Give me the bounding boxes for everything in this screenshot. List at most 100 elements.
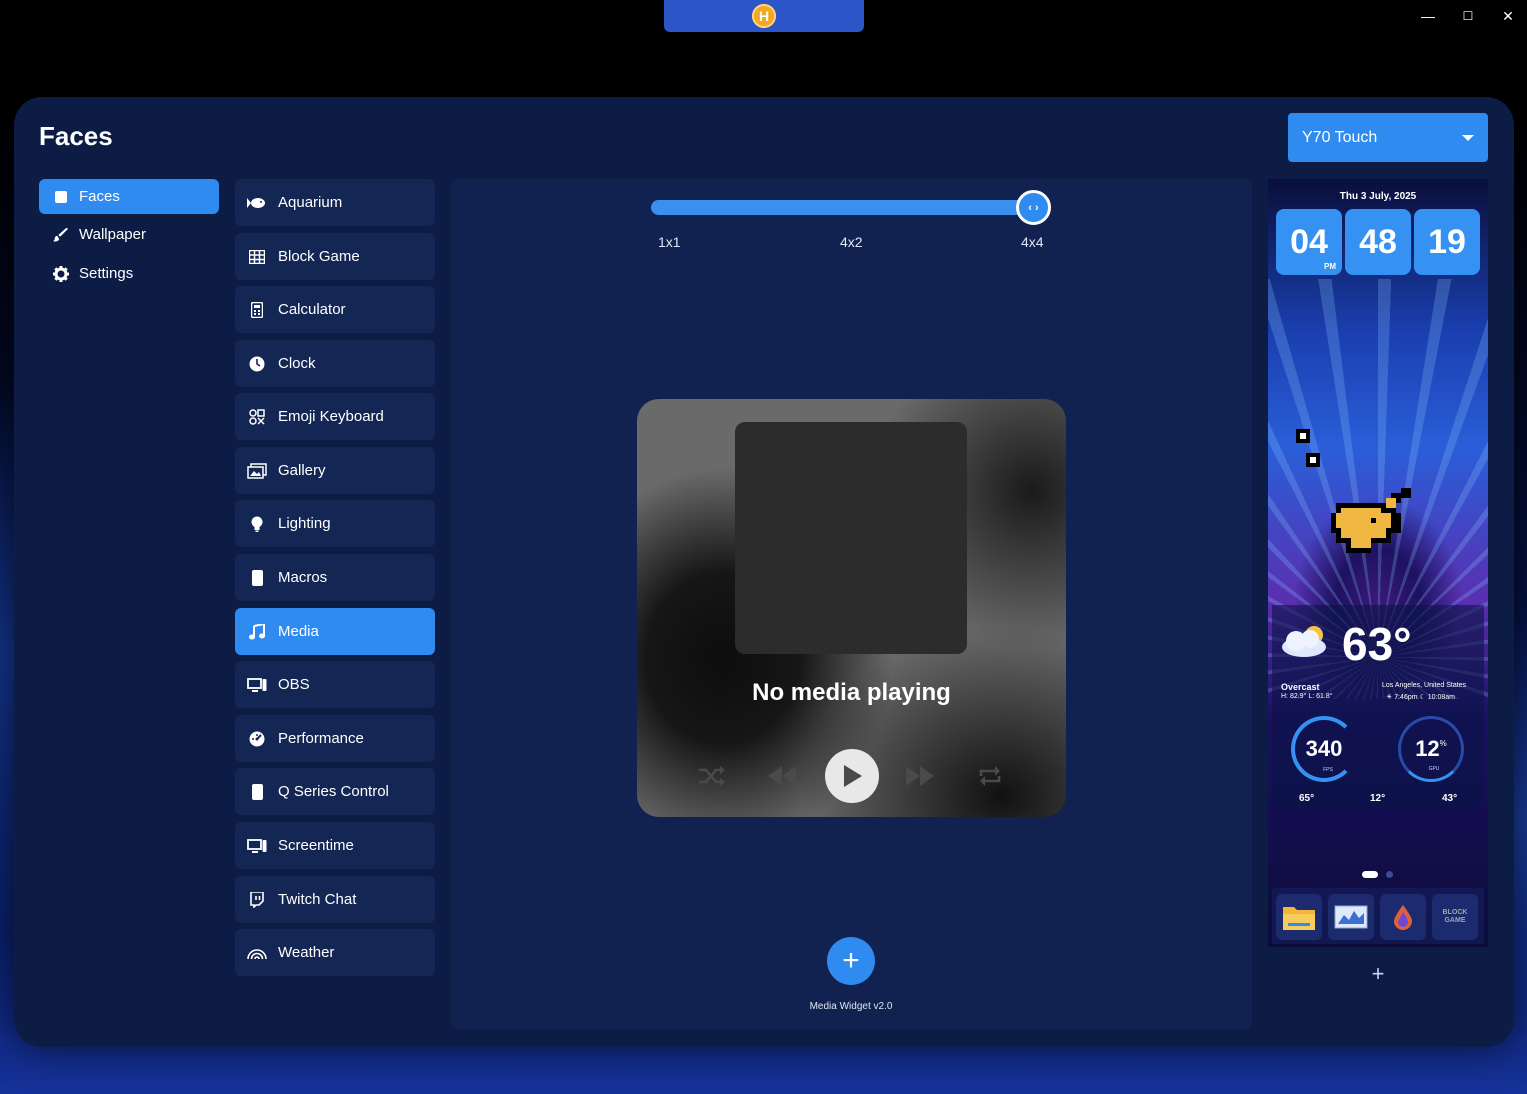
face-item-label: Performance (278, 730, 364, 747)
nav-item-wallpaper[interactable]: Wallpaper (39, 217, 219, 252)
add-page-button[interactable]: + (1366, 961, 1390, 986)
fast-forward-icon (906, 766, 934, 786)
weather-sun-times: ☀ 7:46pm ☾ 10:08am (1386, 694, 1455, 701)
page-indicator[interactable] (1386, 871, 1393, 878)
device-dropdown[interactable]: Y70 Touch (1288, 113, 1488, 162)
nav-item-label: Wallpaper (79, 226, 146, 243)
face-item-calculator[interactable]: Calculator (235, 286, 435, 333)
screen-icon (247, 837, 267, 855)
face-item-media[interactable]: Media (235, 608, 435, 655)
face-item-label: Q Series Control (278, 783, 389, 800)
fish-icon (247, 194, 267, 212)
face-item-label: Screentime (278, 837, 354, 854)
stat-right: 43° (1442, 793, 1458, 804)
square-icon (53, 189, 69, 205)
face-item-label: Aquarium (278, 194, 343, 211)
play-icon (844, 765, 862, 787)
nav-item-faces[interactable]: Faces (39, 179, 219, 214)
face-item-q-series-control[interactable]: Q Series Control (235, 768, 435, 815)
preview-temperature: 63° (1342, 618, 1412, 670)
face-item-macros[interactable]: Macros (235, 554, 435, 601)
face-item-label: Media (278, 623, 319, 640)
rewind-icon (768, 766, 796, 786)
cloud-sun-icon (1282, 626, 1326, 657)
title-bar: H — ☐ ✕ (0, 0, 1527, 32)
nav-item-settings[interactable]: Settings (39, 256, 219, 291)
twitch-icon (247, 891, 267, 909)
clock-icon (247, 355, 267, 373)
fps-label: FPS (1323, 767, 1333, 773)
monitor-chart-icon (1334, 905, 1368, 929)
page-title: Faces (39, 121, 113, 151)
play-button[interactable] (825, 749, 879, 803)
gear-icon (53, 265, 69, 282)
block-game-label: BLOCK GAME (1442, 909, 1468, 924)
music-icon (247, 623, 267, 641)
next-button[interactable] (905, 761, 935, 791)
size-label-4x2[interactable]: 4x2 (840, 234, 863, 250)
repeat-button[interactable] (975, 761, 1005, 791)
face-item-clock[interactable]: Clock (235, 340, 435, 387)
face-item-gallery[interactable]: Gallery (235, 447, 435, 494)
repeat-icon (979, 766, 1001, 786)
face-item-label: Gallery (278, 462, 326, 479)
face-item-aquarium[interactable]: Aquarium (235, 179, 435, 226)
gpu-label: GPU (1428, 766, 1440, 772)
app-logo-icon: H (752, 4, 776, 28)
size-slider-track[interactable] (651, 200, 1035, 215)
fps-gauge: 340 FPS (1291, 716, 1357, 782)
dock-files[interactable] (1276, 894, 1322, 940)
emoji-icon (247, 408, 267, 426)
preview-date: Thu 3 July, 2025 (1339, 191, 1417, 202)
face-item-emoji-keyboard[interactable]: Emoji Keyboard (235, 393, 435, 440)
close-button[interactable]: ✕ (1488, 4, 1527, 28)
dock-drop[interactable] (1380, 894, 1426, 940)
gpu-gauge: 12% GPU (1398, 716, 1464, 782)
page-indicator-active[interactable] (1362, 871, 1378, 878)
face-item-performance[interactable]: Performance (235, 715, 435, 762)
gallery-icon (247, 462, 267, 480)
face-item-block-game[interactable]: Block Game (235, 233, 435, 280)
nav-item-label: Settings (79, 265, 134, 282)
app-tab[interactable]: H (664, 0, 864, 32)
media-widget-preview: No media playing (637, 399, 1066, 817)
phone-icon (247, 783, 267, 801)
caret-down-icon (1462, 134, 1474, 141)
preview-ampm: PM (1324, 262, 1336, 271)
stat-mid: 12° (1370, 793, 1386, 804)
preview-minute: 48 (1345, 209, 1411, 275)
weather-location: Los Angeles, United States (1382, 682, 1467, 689)
weather-condition: Overcast (1281, 682, 1320, 692)
gpu-unit: % (1439, 738, 1447, 748)
media-status: No media playing (752, 679, 951, 706)
folder-icon (1283, 907, 1315, 930)
face-item-lighting[interactable]: Lighting (235, 500, 435, 547)
face-item-label: Emoji Keyboard (278, 408, 384, 425)
face-item-obs[interactable]: OBS (235, 661, 435, 708)
add-widget-button[interactable]: + (827, 937, 875, 985)
face-item-weather[interactable]: Weather (235, 929, 435, 976)
face-item-label: Twitch Chat (278, 891, 357, 908)
dock-block-game[interactable]: BLOCK GAME (1432, 894, 1478, 940)
size-slider-thumb[interactable]: ‹ › (1016, 190, 1051, 225)
pixel-cat-icon (1331, 488, 1411, 553)
face-item-label: Calculator (278, 301, 346, 318)
size-label-4x4[interactable]: 4x4 (1021, 234, 1044, 250)
pixel-squares-icon (1296, 429, 1320, 467)
shuffle-button[interactable] (697, 761, 727, 791)
face-item-screentime[interactable]: Screentime (235, 822, 435, 869)
face-item-label: Clock (278, 355, 316, 372)
preview-second: 19 (1414, 209, 1480, 275)
face-item-label: Weather (278, 944, 335, 961)
dock-monitor[interactable] (1328, 894, 1374, 940)
previous-button[interactable] (767, 761, 797, 791)
face-item-twitch-chat[interactable]: Twitch Chat (235, 876, 435, 923)
device-dropdown-value: Y70 Touch (1302, 128, 1378, 146)
face-item-label: Block Game (278, 248, 360, 265)
widget-version-label: Media Widget v2.0 (809, 1001, 893, 1012)
calculator-icon (247, 301, 267, 319)
maximize-button[interactable]: ☐ (1448, 4, 1488, 28)
size-label-1x1[interactable]: 1x1 (658, 234, 681, 250)
device-preview: Thu 3 July, 2025 04 48 19 PM 63° Overcas… (1268, 179, 1488, 947)
minimize-button[interactable]: — (1408, 4, 1448, 28)
